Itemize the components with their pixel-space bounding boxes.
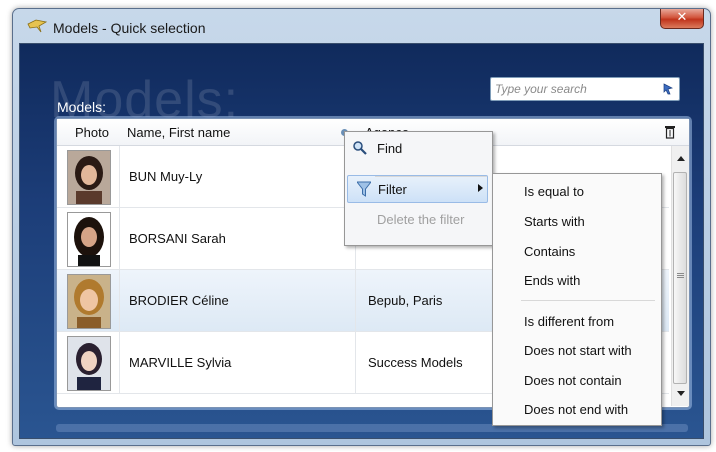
menu-item-find[interactable]: Find <box>345 134 490 162</box>
menu-item-delete-filter[interactable]: Delete the filter <box>345 205 490 233</box>
column-header-name[interactable]: Name, First name <box>127 125 230 140</box>
cell-name: MARVILLE Sylvia <box>129 355 232 370</box>
submenu-item-contains[interactable]: Contains <box>524 244 575 259</box>
submenu-item-is-different-from[interactable]: Is different from <box>524 314 614 329</box>
cell-agency: Success Models <box>368 355 463 370</box>
window-title: Models - Quick selection <box>53 20 206 36</box>
submenu-item-does-not-start-with[interactable]: Does not start with <box>524 343 632 358</box>
cell-name: BUN Muy-Ly <box>129 169 203 184</box>
magnifier-icon <box>353 141 367 155</box>
submenu-item-starts-with[interactable]: Starts with <box>524 214 585 229</box>
app-icon <box>27 19 47 33</box>
submenu-item-does-not-contain[interactable]: Does not contain <box>524 373 622 388</box>
funnel-icon <box>357 181 371 197</box>
filter-submenu: Is equal to Starts with Contains Ends wi… <box>492 173 662 426</box>
submenu-item-ends-with[interactable]: Ends with <box>524 273 580 288</box>
trash-icon[interactable] <box>664 125 676 139</box>
model-photo <box>67 150 111 205</box>
scroll-down-arrow-icon[interactable] <box>677 391 685 396</box>
menu-item-filter[interactable]: Filter <box>347 175 488 203</box>
models-label: Models: <box>57 99 107 115</box>
cell-name: BORSANI Sarah <box>129 231 226 246</box>
model-photo <box>67 274 111 329</box>
model-photo <box>67 212 111 267</box>
title-bar[interactable]: Models - Quick selection ✕ <box>13 9 710 43</box>
search-input[interactable] <box>495 78 651 100</box>
cell-name: BRODIER Céline <box>129 293 229 308</box>
cell-agency: Bepub, Paris <box>368 293 443 308</box>
model-photo <box>67 336 111 391</box>
scrollbar-thumb[interactable] <box>673 172 687 384</box>
close-icon: ✕ <box>676 10 688 25</box>
vertical-scrollbar[interactable] <box>671 146 689 406</box>
close-button[interactable]: ✕ <box>660 9 704 29</box>
search-go-icon[interactable] <box>661 82 675 96</box>
submenu-item-is-equal-to[interactable]: Is equal to <box>524 184 584 199</box>
column-context-menu: Find Filter Delete the filter <box>344 131 493 246</box>
scroll-up-arrow-icon[interactable] <box>677 156 685 161</box>
submenu-arrow-icon <box>478 184 483 192</box>
column-header-photo[interactable]: Photo <box>75 125 109 140</box>
search-box[interactable] <box>490 77 680 101</box>
submenu-item-does-not-end-with[interactable]: Does not end with <box>524 402 628 417</box>
